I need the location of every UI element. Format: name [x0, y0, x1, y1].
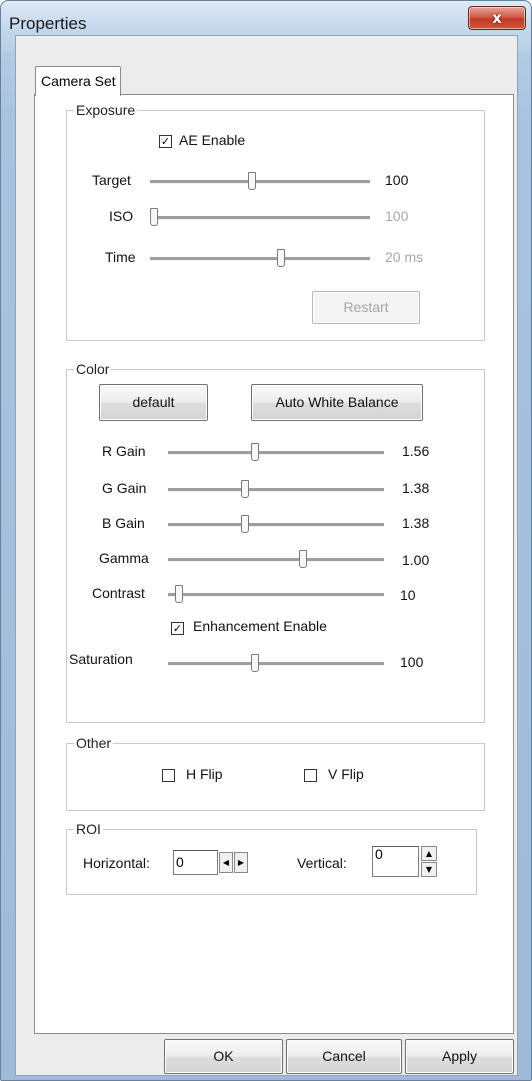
exposure-legend: Exposure: [76, 102, 136, 118]
arrow-up-icon: ▲: [425, 849, 433, 858]
apply-label: Apply: [441, 1048, 478, 1064]
h-flip-checkbox[interactable]: [162, 769, 175, 782]
r-gain-label: R Gain: [102, 443, 146, 459]
gamma-value: 1.00: [402, 552, 430, 568]
iso-slider-thumb[interactable]: [150, 208, 158, 226]
h-flip-label: H Flip: [186, 766, 223, 782]
time-slider-thumb[interactable]: [277, 249, 286, 267]
auto-white-balance-button[interactable]: Auto White Balance: [251, 384, 423, 421]
g-gain-value: 1.38: [402, 480, 430, 496]
target-label: Target: [92, 172, 131, 188]
v-flip-checkbox[interactable]: [304, 769, 317, 782]
apply-button[interactable]: Apply: [405, 1039, 514, 1074]
horizontal-increment-button[interactable]: ▶: [234, 852, 248, 873]
dialog-client: Camera Set Exposure ✓ AE Enable Target 1…: [15, 35, 518, 1076]
awb-label: Auto White Balance: [275, 394, 399, 410]
ok-button[interactable]: OK: [164, 1039, 283, 1074]
window-title: Properties: [9, 14, 87, 33]
time-slider-track[interactable]: [150, 257, 370, 261]
b-gain-value: 1.38: [402, 515, 430, 531]
restart-button[interactable]: Restart: [312, 291, 420, 324]
default-button[interactable]: default: [99, 384, 208, 421]
close-button[interactable]: x: [468, 6, 526, 30]
other-legend: Other: [76, 735, 112, 751]
contrast-slider-thumb[interactable]: [175, 585, 183, 603]
saturation-slider-thumb[interactable]: [251, 654, 260, 672]
ok-label: OK: [213, 1048, 234, 1064]
target-value: 100: [385, 172, 409, 188]
r-gain-value: 1.56: [402, 443, 430, 459]
vertical-label: Vertical:: [297, 855, 347, 871]
vertical-decrement-button[interactable]: ▼: [421, 862, 437, 877]
close-icon: x: [492, 9, 502, 27]
b-gain-label: B Gain: [102, 515, 145, 531]
vertical-increment-button[interactable]: ▲: [421, 846, 437, 861]
roi-legend: ROI: [76, 821, 101, 837]
iso-label: ISO: [109, 208, 134, 224]
r-gain-slider-thumb[interactable]: [251, 443, 260, 461]
g-gain-slider-thumb[interactable]: [240, 480, 249, 498]
target-slider-track[interactable]: [150, 180, 370, 184]
target-slider-thumb[interactable]: [247, 172, 256, 190]
b-gain-slider-track[interactable]: [168, 523, 384, 527]
ae-enable-label: AE Enable: [179, 132, 246, 148]
properties-window: Properties x Camera Set Exposure ✓ AE En…: [0, 0, 532, 1081]
default-label: default: [132, 394, 175, 410]
restart-label: Restart: [343, 299, 389, 315]
tab-panel: Exposure ✓ AE Enable Target 100 ISO 100 …: [34, 94, 514, 1034]
cancel-label: Cancel: [322, 1048, 366, 1064]
cancel-button[interactable]: Cancel: [286, 1039, 402, 1074]
saturation-slider-track[interactable]: [168, 662, 384, 666]
saturation-label: Saturation: [69, 651, 133, 667]
horizontal-input[interactable]: 0: [173, 850, 218, 875]
saturation-value: 100: [400, 654, 424, 670]
other-group: Other: [66, 735, 485, 811]
horizontal-decrement-button[interactable]: ◀: [219, 852, 233, 873]
tab-camera-set[interactable]: Camera Set: [35, 66, 121, 96]
g-gain-slider-track[interactable]: [168, 488, 384, 492]
gamma-slider-thumb[interactable]: [299, 550, 308, 568]
enhancement-enable-label: Enhancement Enable: [193, 618, 327, 634]
contrast-label: Contrast: [92, 585, 145, 601]
g-gain-label: G Gain: [102, 480, 147, 496]
time-label: Time: [105, 249, 136, 265]
time-value: 20 ms: [385, 249, 424, 265]
contrast-value: 10: [400, 587, 416, 603]
contrast-slider-track[interactable]: [168, 593, 384, 597]
iso-slider-track[interactable]: [150, 216, 370, 220]
color-legend: Color: [76, 361, 110, 377]
tab-label: Camera Set: [41, 73, 116, 89]
vertical-input[interactable]: 0: [372, 846, 419, 877]
ae-enable-checkbox[interactable]: ✓: [159, 135, 172, 148]
b-gain-slider-thumb[interactable]: [240, 515, 249, 533]
gamma-slider-track[interactable]: [168, 558, 384, 562]
arrow-right-icon: ▶: [237, 858, 245, 867]
iso-value: 100: [385, 208, 409, 224]
enhancement-enable-checkbox[interactable]: ✓: [171, 622, 184, 635]
gamma-label: Gamma: [99, 550, 149, 566]
horizontal-label: Horizontal:: [83, 855, 150, 871]
arrow-left-icon: ◀: [222, 858, 230, 867]
arrow-down-icon: ▼: [425, 865, 433, 874]
r-gain-slider-track[interactable]: [168, 451, 384, 455]
v-flip-label: V Flip: [328, 766, 364, 782]
